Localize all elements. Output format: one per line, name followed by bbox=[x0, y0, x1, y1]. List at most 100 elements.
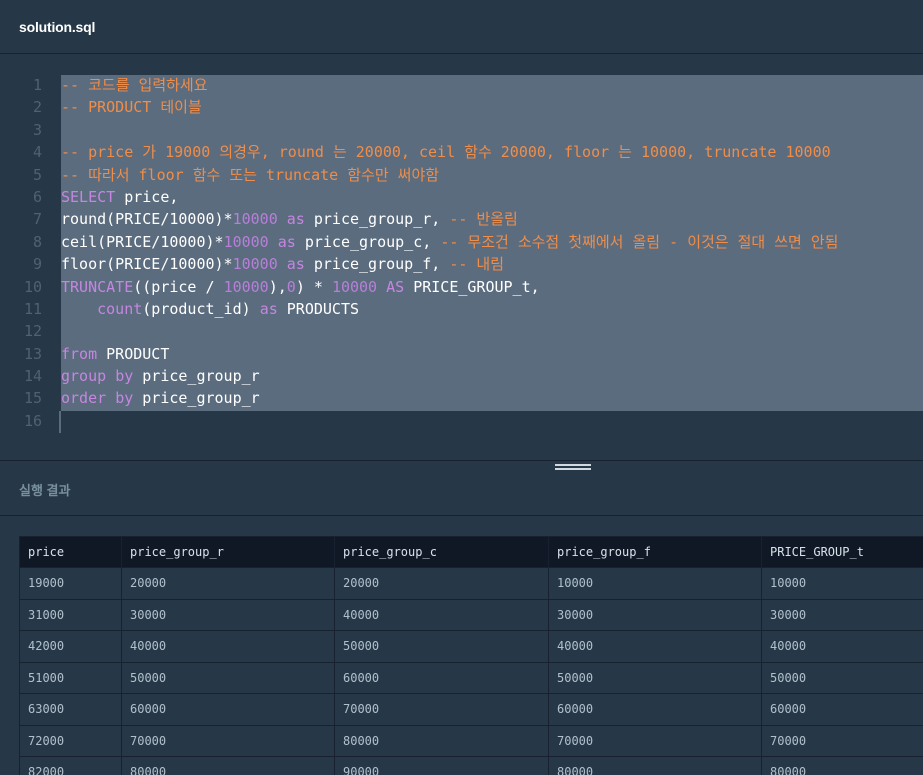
table-cell: 70000 bbox=[121, 724, 335, 757]
table-cell: 30000 bbox=[548, 598, 762, 631]
line-number: 14 bbox=[23, 367, 42, 386]
sql-text: price_group_r, bbox=[304, 210, 450, 229]
table-cell: 30000 bbox=[121, 598, 335, 631]
sql-text: ((price / bbox=[133, 277, 224, 296]
table-cell: 50000 bbox=[761, 661, 923, 694]
table-cell: 60000 bbox=[761, 693, 923, 726]
table-cell: 82000 bbox=[19, 756, 122, 775]
table-cell: 19000 bbox=[19, 567, 122, 600]
table-cell: 50000 bbox=[334, 630, 549, 663]
sql-comment: -- 무조건 소수점 첫째에서 올림 - 이것은 절대 쓰면 안됨 bbox=[440, 232, 839, 251]
sql-number: 10000 bbox=[331, 277, 378, 296]
table-cell: 70000 bbox=[334, 693, 549, 726]
table-cell: 40000 bbox=[121, 630, 335, 663]
code-text: SELECT price, bbox=[61, 186, 178, 208]
line-number: 6 bbox=[32, 187, 42, 206]
sql-number: 10000 bbox=[232, 255, 278, 274]
code-line[interactable]: 5 -- 따라서 floor 함수 또는 truncate 함수만 써야함 bbox=[0, 164, 923, 186]
sql-keyword: by bbox=[115, 367, 134, 386]
code-text: -- price 가 19000 의경우, round 는 20000, cei… bbox=[61, 141, 831, 163]
table-cell: 70000 bbox=[548, 724, 762, 757]
sql-comment: -- price 가 19000 의경우, round 는 20000, cei… bbox=[61, 143, 831, 162]
line-number: 13 bbox=[23, 344, 42, 363]
code-line[interactable]: 2 -- PRODUCT 테이블 bbox=[0, 96, 923, 118]
sql-text: PRODUCT bbox=[97, 344, 170, 363]
table-cell: 80000 bbox=[548, 756, 762, 775]
code-line[interactable]: 4 -- price 가 19000 의경우, round 는 20000, ce… bbox=[0, 141, 923, 163]
code-text: -- 코드를 입력하세요 bbox=[61, 74, 208, 96]
code-text: -- PRODUCT 테이블 bbox=[61, 96, 202, 118]
line-number: 3 bbox=[32, 120, 42, 139]
table-cell: 10000 bbox=[548, 567, 762, 600]
column-header: PRICE_GROUP_t bbox=[761, 536, 923, 568]
code-text: group by price_group_r bbox=[61, 365, 260, 387]
code-line[interactable]: 13 from PRODUCT bbox=[0, 343, 923, 365]
result-header: 실행 결과 bbox=[0, 462, 923, 516]
code-line[interactable]: 9 floor(PRICE/10000)*10000 as price_group… bbox=[0, 253, 923, 275]
code-line[interactable]: 15 order by price_group_r bbox=[0, 387, 923, 409]
sql-number: 10000 bbox=[223, 277, 269, 296]
sql-text: PRODUCTS bbox=[277, 299, 360, 318]
code-lines[interactable]: 1 -- 코드를 입력하세요 2 -- PRODUCT 테이블 3 4 -- price 가… bbox=[0, 74, 923, 432]
code-text: -- 따라서 floor 함수 또는 truncate 함수만 써야함 bbox=[61, 164, 439, 186]
sql-text: (product_id) bbox=[142, 299, 260, 318]
sql-text: ceil(PRICE/10000)* bbox=[61, 232, 224, 251]
table-row: 63000 60000 70000 60000 60000 bbox=[19, 693, 923, 726]
line-number: 7 bbox=[32, 210, 42, 229]
sql-text: ) * bbox=[295, 277, 332, 296]
code-line[interactable]: 12 bbox=[0, 320, 923, 342]
column-header: price_group_r bbox=[121, 536, 335, 568]
sql-keyword: as bbox=[286, 210, 305, 229]
sql-keyword: as bbox=[286, 255, 305, 274]
sql-text: price_group_f, bbox=[304, 255, 450, 274]
line-number: 2 bbox=[32, 98, 42, 117]
file-name: solution.sql bbox=[19, 19, 96, 35]
line-number: 11 bbox=[23, 299, 42, 318]
code-line[interactable]: 3 bbox=[0, 119, 923, 141]
code-line[interactable]: 8 ceil(PRICE/10000)*10000 as price_group_… bbox=[0, 231, 923, 253]
sql-text: floor(PRICE/10000)* bbox=[61, 255, 233, 274]
table-header-row: price price_group_r price_group_c price_… bbox=[19, 536, 923, 568]
table-cell: 70000 bbox=[761, 724, 923, 757]
sql-keyword: order bbox=[61, 389, 107, 408]
table-row: 31000 30000 40000 30000 30000 bbox=[19, 598, 923, 631]
code-text: count(product_id) as PRODUCTS bbox=[61, 298, 359, 320]
column-header: price bbox=[19, 536, 122, 568]
code-line[interactable]: 16 bbox=[0, 410, 923, 432]
code-line[interactable]: 14 group by price_group_r bbox=[0, 365, 923, 387]
table-cell: 60000 bbox=[121, 693, 335, 726]
table-row: 82000 80000 90000 80000 80000 bbox=[19, 756, 923, 775]
table-row: 19000 20000 20000 10000 10000 bbox=[19, 567, 923, 600]
code-line[interactable]: 11 count(product_id) as PRODUCTS bbox=[0, 298, 923, 320]
table-cell: 51000 bbox=[19, 661, 122, 694]
file-tab-header: solution.sql bbox=[0, 0, 923, 54]
table-cell: 40000 bbox=[334, 598, 549, 631]
code-text: round(PRICE/10000)*10000 as price_group_… bbox=[61, 208, 518, 230]
code-line[interactable]: 6 SELECT price, bbox=[0, 186, 923, 208]
sql-text: round(PRICE/10000)* bbox=[61, 210, 233, 229]
sql-comment: -- 내림 bbox=[449, 255, 505, 274]
table-cell: 42000 bbox=[19, 630, 122, 663]
column-header: price_group_f bbox=[548, 536, 762, 568]
code-line[interactable]: 7 round(PRICE/10000)*10000 as price_group… bbox=[0, 208, 923, 230]
code-text: from PRODUCT bbox=[61, 343, 169, 365]
result-panel: price price_group_r price_group_c price_… bbox=[19, 536, 923, 775]
code-editor[interactable]: 1 -- 코드를 입력하세요 2 -- PRODUCT 테이블 3 4 -- price 가… bbox=[0, 55, 923, 461]
sql-comment: -- 반올림 bbox=[449, 210, 518, 229]
code-line[interactable]: 10 TRUNCATE((price / 10000),0) * 10000 AS… bbox=[0, 276, 923, 298]
line-number: 16 bbox=[23, 411, 42, 430]
code-line[interactable]: 1 -- 코드를 입력하세요 bbox=[0, 74, 923, 96]
code-text: ceil(PRICE/10000)*10000 as price_group_c… bbox=[61, 231, 838, 253]
line-number: 12 bbox=[23, 322, 42, 341]
sql-keyword: from bbox=[61, 344, 98, 363]
table-cell: 20000 bbox=[334, 567, 549, 600]
sql-text: PRICE_GROUP_t, bbox=[404, 277, 540, 296]
table-cell: 40000 bbox=[761, 630, 923, 663]
sql-text: price_group_r bbox=[133, 389, 260, 408]
table-row: 42000 40000 50000 40000 40000 bbox=[19, 630, 923, 663]
